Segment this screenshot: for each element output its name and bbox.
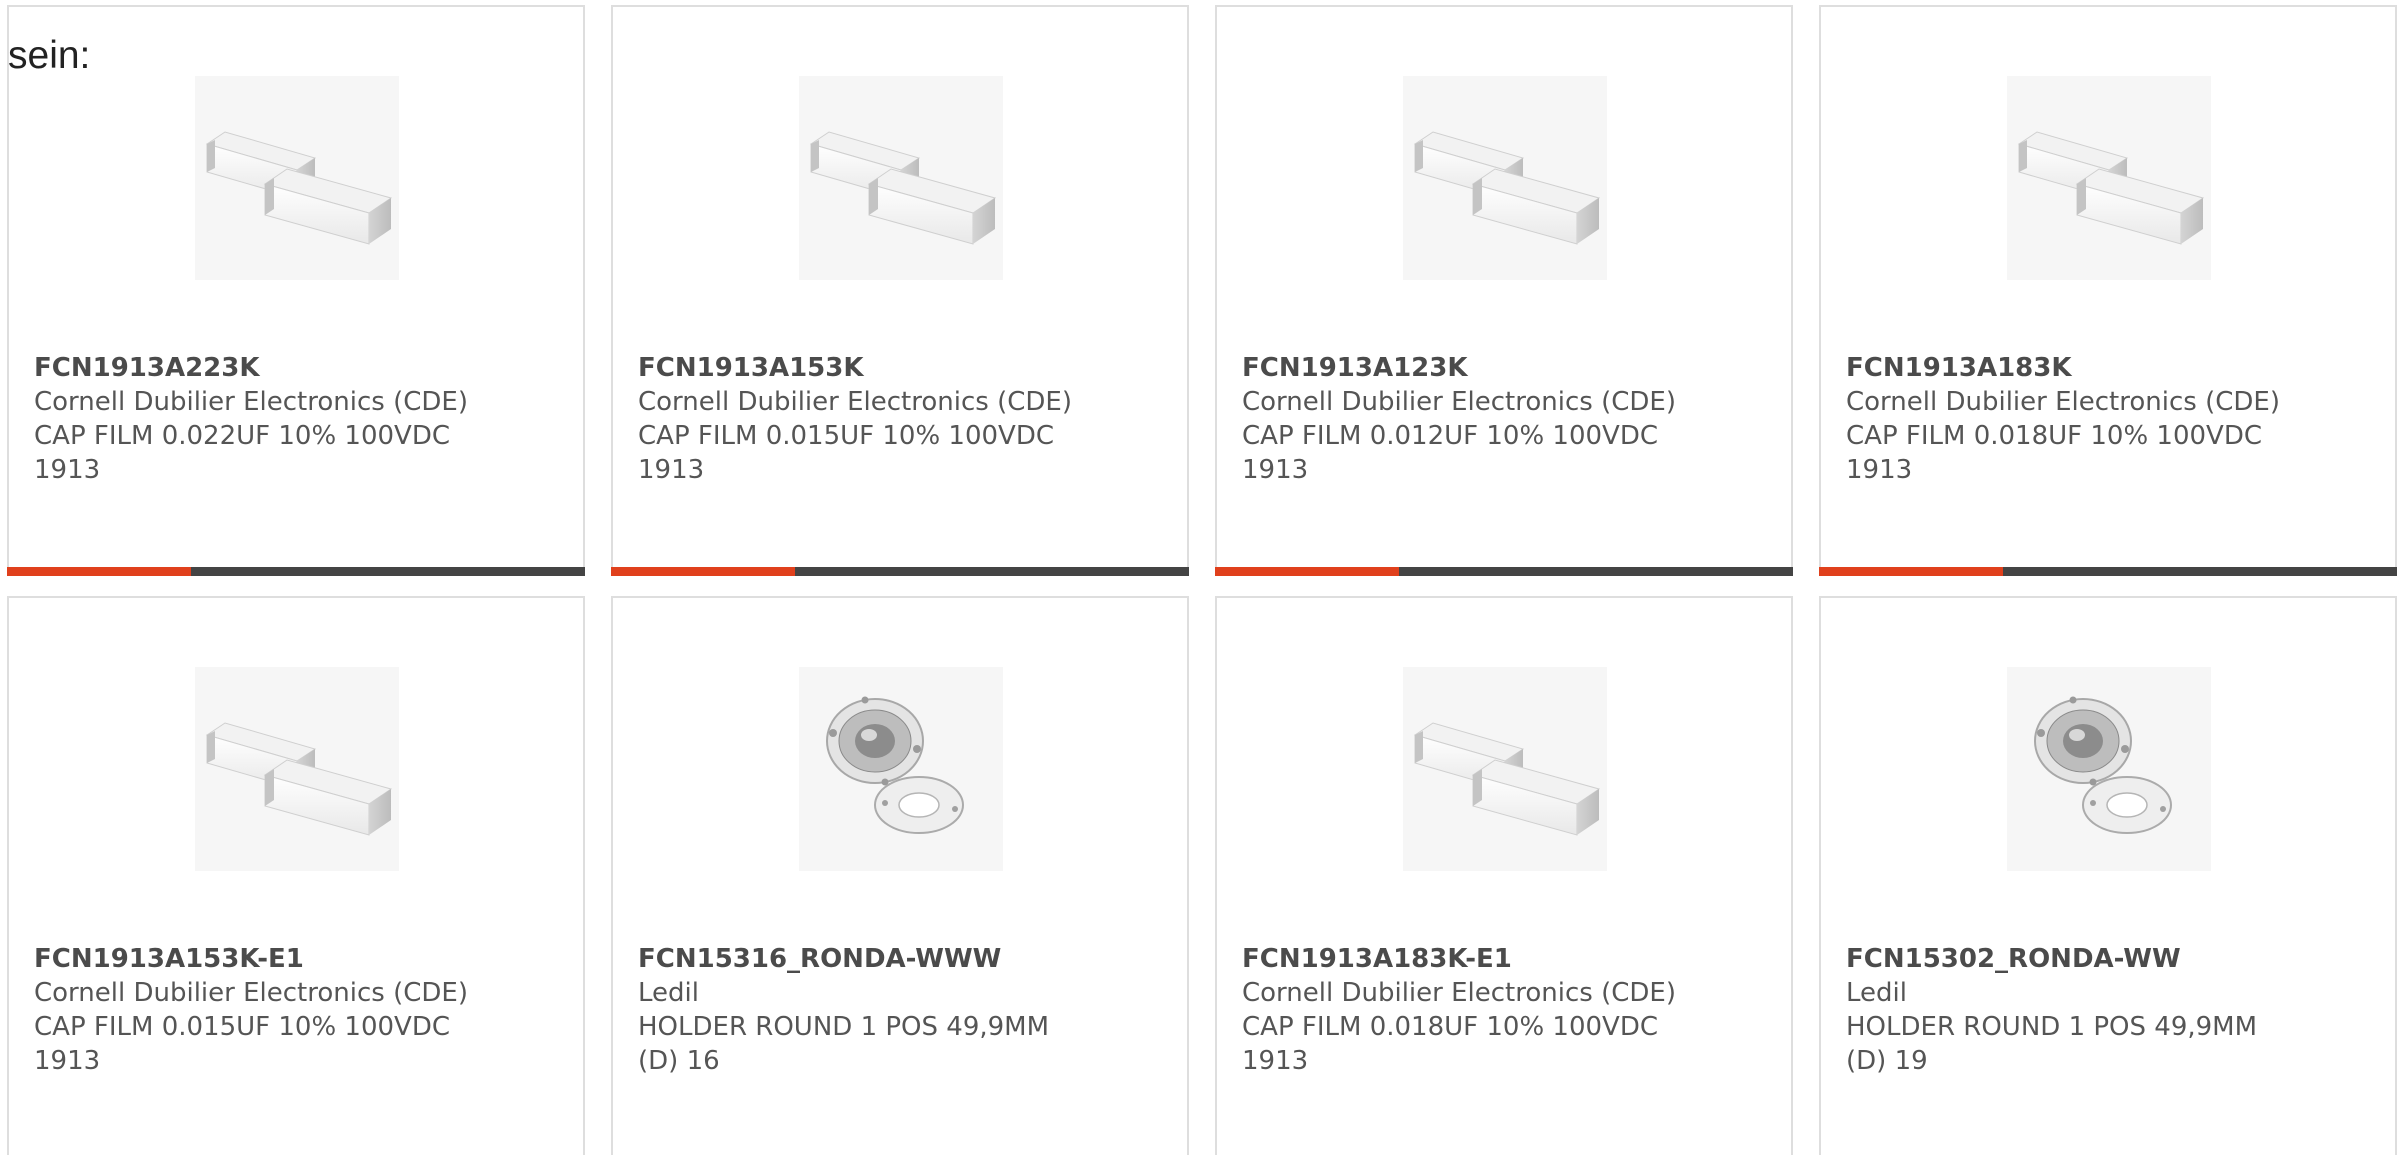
product-info: FCN1913A153K-E1 Cornell Dubilier Electro… — [34, 942, 468, 1078]
description-series: 1913 — [1242, 1046, 1309, 1076]
description: CAP FILM 0.022UF 10% 100VDC — [34, 421, 451, 451]
description-series: 1913 — [34, 455, 101, 485]
part-number[interactable]: FCN1913A123K — [1242, 351, 1676, 385]
product-grid-page: sein: FCN1913A223K Cornell Dubilier Elec… — [0, 0, 2400, 1155]
part-number[interactable]: FCN15302_RONDA-WW — [1846, 942, 2257, 976]
manufacturer: Cornell Dubilier Electronics (CDE) — [34, 978, 468, 1008]
product-card[interactable]: FCN1913A123K Cornell Dubilier Electronic… — [1215, 5, 1793, 576]
film-capacitor-icon — [1403, 667, 1607, 871]
card-accent-bar — [611, 567, 795, 576]
description-series: 1913 — [1242, 455, 1309, 485]
description-series: 1913 — [1846, 455, 1913, 485]
part-number[interactable]: FCN1913A153K — [638, 351, 1072, 385]
film-capacitor-icon — [799, 76, 1003, 280]
manufacturer: Cornell Dubilier Electronics (CDE) — [1846, 387, 2280, 417]
product-info: FCN15316_RONDA-WWW Ledil HOLDER ROUND 1 … — [638, 942, 1049, 1078]
card-footer-bar — [611, 567, 1189, 576]
card-accent-bar — [7, 567, 191, 576]
product-card[interactable]: FCN1913A223K Cornell Dubilier Electronic… — [7, 5, 585, 576]
product-card[interactable]: FCN1913A153K Cornell Dubilier Electronic… — [611, 5, 1189, 576]
description: CAP FILM 0.018UF 10% 100VDC — [1242, 1012, 1659, 1042]
round-holder-icon — [2007, 667, 2211, 871]
product-info: FCN15302_RONDA-WW Ledil HOLDER ROUND 1 P… — [1846, 942, 2257, 1078]
film-capacitor-icon — [2007, 76, 2211, 280]
part-number[interactable]: FCN1913A183K — [1846, 351, 2280, 385]
product-info: FCN1913A183K-E1 Cornell Dubilier Electro… — [1242, 942, 1676, 1078]
manufacturer: Ledil — [638, 978, 699, 1008]
description-series: (D) 19 — [1846, 1046, 1928, 1076]
description-series: 1913 — [638, 455, 705, 485]
card-footer-bar — [7, 567, 585, 576]
card-accent-bar — [1215, 567, 1399, 576]
film-capacitor-icon — [195, 76, 399, 280]
part-number[interactable]: FCN15316_RONDA-WWW — [638, 942, 1049, 976]
product-card[interactable]: FCN15316_RONDA-WWW Ledil HOLDER ROUND 1 … — [611, 596, 1189, 1155]
film-capacitor-icon — [195, 667, 399, 871]
part-number[interactable]: FCN1913A223K — [34, 351, 468, 385]
product-info: FCN1913A153K Cornell Dubilier Electronic… — [638, 351, 1072, 487]
card-accent-bar — [1819, 567, 2003, 576]
manufacturer: Cornell Dubilier Electronics (CDE) — [1242, 978, 1676, 1008]
product-card[interactable]: FCN1913A183K-E1 Cornell Dubilier Electro… — [1215, 596, 1793, 1155]
description-series: (D) 16 — [638, 1046, 720, 1076]
manufacturer: Cornell Dubilier Electronics (CDE) — [34, 387, 468, 417]
film-capacitor-icon — [1403, 76, 1607, 280]
description: CAP FILM 0.018UF 10% 100VDC — [1846, 421, 2263, 451]
description: HOLDER ROUND 1 POS 49,9MM — [1846, 1012, 2258, 1042]
product-info: FCN1913A183K Cornell Dubilier Electronic… — [1846, 351, 2280, 487]
product-card[interactable]: FCN1913A183K Cornell Dubilier Electronic… — [1819, 5, 2397, 576]
product-info: FCN1913A123K Cornell Dubilier Electronic… — [1242, 351, 1676, 487]
description-series: 1913 — [34, 1046, 101, 1076]
description: CAP FILM 0.015UF 10% 100VDC — [34, 1012, 451, 1042]
card-footer-bar — [1819, 567, 2397, 576]
part-number[interactable]: FCN1913A183K-E1 — [1242, 942, 1676, 976]
part-number[interactable]: FCN1913A153K-E1 — [34, 942, 468, 976]
product-info: FCN1913A223K Cornell Dubilier Electronic… — [34, 351, 468, 487]
product-card[interactable]: FCN1913A153K-E1 Cornell Dubilier Electro… — [7, 596, 585, 1155]
product-card[interactable]: FCN15302_RONDA-WW Ledil HOLDER ROUND 1 P… — [1819, 596, 2397, 1155]
manufacturer: Cornell Dubilier Electronics (CDE) — [1242, 387, 1676, 417]
description: CAP FILM 0.015UF 10% 100VDC — [638, 421, 1055, 451]
card-footer-bar — [1215, 567, 1793, 576]
description: HOLDER ROUND 1 POS 49,9MM — [638, 1012, 1050, 1042]
round-holder-icon — [799, 667, 1003, 871]
manufacturer: Ledil — [1846, 978, 1907, 1008]
intro-text: sein: — [8, 34, 91, 77]
description: CAP FILM 0.012UF 10% 100VDC — [1242, 421, 1659, 451]
manufacturer: Cornell Dubilier Electronics (CDE) — [638, 387, 1072, 417]
